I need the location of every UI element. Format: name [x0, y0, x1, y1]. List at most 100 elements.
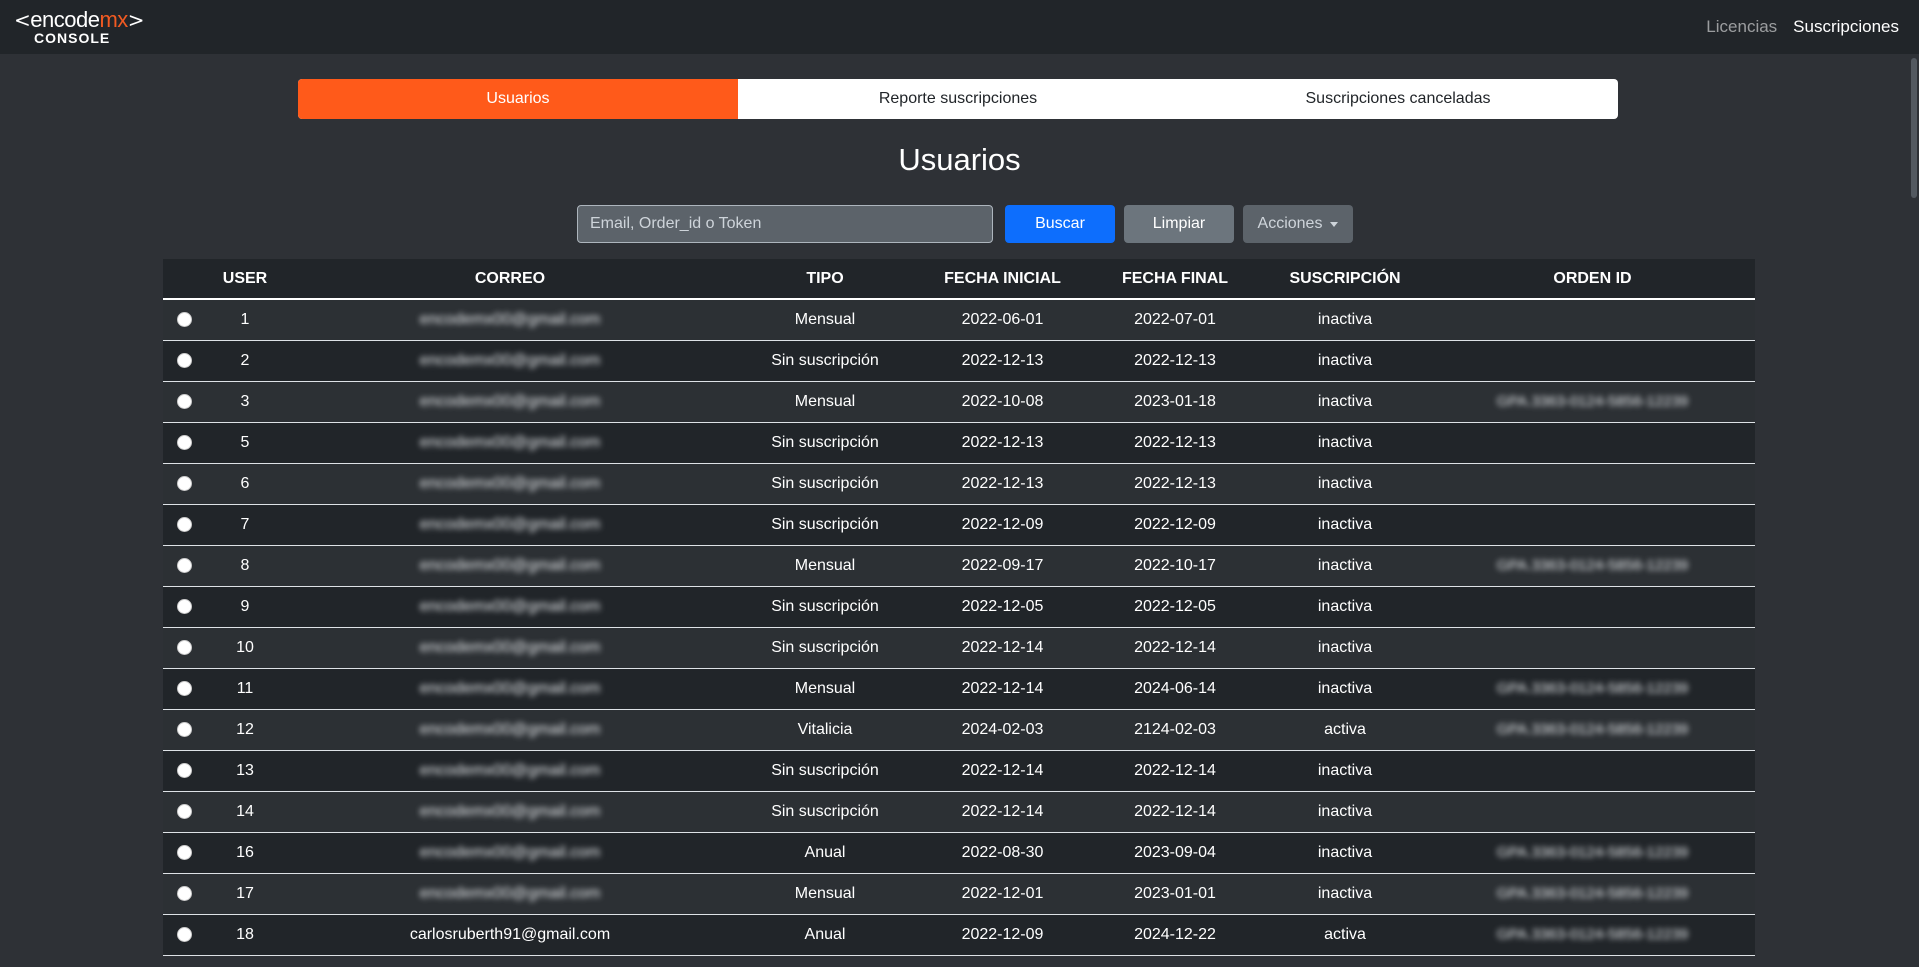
cell-suscripcion: inactiva	[1260, 504, 1430, 546]
page-title: Usuarios	[898, 142, 1021, 177]
cell-user: 14	[205, 791, 285, 833]
row-select-radio[interactable]	[176, 393, 192, 409]
table-row[interactable]: 16 encodemx00@gmail.com Anual 2022-08-30 202…	[163, 832, 1755, 874]
row-select-radio[interactable]	[176, 926, 192, 942]
cell-fecha-inicial: 2022-10-08	[915, 381, 1090, 423]
cell-tipo-text: Mensual	[794, 556, 856, 574]
nav-link-suscripciones[interactable]: Suscripciones	[1793, 17, 1899, 37]
cell-fecha-final: 2022-07-01	[1090, 299, 1260, 341]
cell-suscripcion: inactiva	[1260, 873, 1430, 915]
cell-orden-id-text: GPA.3363-0124-5856-12239	[1496, 720, 1689, 738]
brand-logo[interactable]: < encode mx > CONSOLE	[14, 9, 145, 46]
cell-user-text: 13	[236, 761, 254, 779]
cell-orden-id-text: GPA.3363-0124-5856-12239	[1496, 679, 1689, 697]
table-row[interactable]: 10 encodemx00@gmail.com Sin suscripción 202…	[163, 627, 1755, 669]
row-select-radio[interactable]	[176, 680, 192, 696]
table-row[interactable]: 2 encodemx00@gmail.com Sin suscripción 2022…	[163, 340, 1755, 382]
table-row[interactable]: 3 encodemx00@gmail.com Mensual 2022-10-08 20…	[163, 381, 1755, 423]
cell-select	[163, 422, 205, 464]
row-select-radio[interactable]	[176, 557, 192, 573]
cell-select	[163, 381, 205, 423]
cell-tipo-text: Anual	[804, 925, 846, 943]
row-select-radio[interactable]	[176, 475, 192, 491]
cell-suscripcion-text: inactiva	[1317, 884, 1373, 902]
table-row[interactable]: 6 encodemx00@gmail.com Sin suscripción 2022…	[163, 463, 1755, 505]
table-row[interactable]: 5 encodemx00@gmail.com Sin suscripción 2022…	[163, 422, 1755, 464]
cell-user-text: 3	[240, 392, 250, 410]
cell-orden-id	[1430, 299, 1755, 341]
cell-fecha-inicial-text: 2022-12-09	[961, 515, 1044, 533]
cell-suscripcion-text: inactiva	[1317, 351, 1373, 369]
table-row[interactable]: 11 encodemx00@gmail.com Mensual 2022-12-14 2…	[163, 668, 1755, 710]
actions-dropdown[interactable]: Acciones	[1243, 205, 1353, 243]
cell-select	[163, 832, 205, 874]
top-navbar: < encode mx > CONSOLE Licencias Suscripc…	[0, 0, 1919, 54]
row-select-radio[interactable]	[176, 803, 192, 819]
row-select-radio[interactable]	[176, 844, 192, 860]
row-select-radio[interactable]	[176, 885, 192, 901]
row-select-radio[interactable]	[176, 762, 192, 778]
cell-tipo-text: Sin suscripción	[771, 802, 879, 820]
cell-fecha-inicial-text: 2022-09-17	[961, 556, 1044, 574]
search-button[interactable]: Buscar	[1005, 205, 1115, 243]
header-tipo: TIPO	[735, 259, 915, 300]
cell-suscripcion: activa	[1260, 914, 1430, 956]
table-body: 1 encodemx00@gmail.com Mensual 2022-06-01 20…	[163, 299, 1755, 956]
caret-down-icon	[1330, 221, 1339, 227]
cell-user-text: 8	[240, 556, 250, 574]
cell-fecha-final: 2022-10-17	[1090, 545, 1260, 587]
page-scrollbar[interactable]	[1911, 58, 1917, 198]
cell-fecha-inicial: 2022-12-09	[915, 504, 1090, 546]
cell-user-text: 10	[236, 638, 254, 656]
table-row[interactable]: 9 encodemx00@gmail.com Sin suscripción 2022…	[163, 586, 1755, 628]
table-row[interactable]: 17 encodemx00@gmail.com Mensual 2022-12-01 2…	[163, 873, 1755, 915]
cell-fecha-final-text: 2023-09-04	[1134, 843, 1216, 861]
cell-fecha-inicial-text: 2022-12-13	[961, 351, 1044, 369]
tab-usuarios[interactable]: Usuarios	[298, 79, 738, 119]
table-row[interactable]: 14 encodemx00@gmail.com Sin suscripción 202…	[163, 791, 1755, 833]
cell-correo-text: encodemx00@gmail.com	[419, 474, 601, 492]
row-select-radio[interactable]	[176, 312, 192, 328]
table-row[interactable]: 8 encodemx00@gmail.com Mensual 2022-09-17 20…	[163, 545, 1755, 587]
cell-suscripcion: inactiva	[1260, 832, 1430, 874]
row-select-radio[interactable]	[176, 352, 192, 368]
cell-suscripcion-text: inactiva	[1317, 802, 1373, 820]
row-select-radio[interactable]	[176, 639, 192, 655]
cell-correo-text: encodemx00@gmail.com	[419, 761, 601, 779]
cell-user-text: 6	[240, 474, 250, 492]
header-select	[163, 259, 205, 300]
cell-tipo: Mensual	[735, 299, 915, 341]
cell-fecha-inicial: 2022-12-13	[915, 422, 1090, 464]
row-select-radio[interactable]	[176, 721, 192, 737]
search-input[interactable]	[577, 205, 993, 243]
cell-fecha-inicial-text: 2022-12-01	[961, 884, 1044, 902]
cell-orden-id-text: GPA.3363-0124-5856-12239	[1496, 843, 1689, 861]
cell-user: 7	[205, 504, 285, 546]
cell-user: 1	[205, 299, 285, 341]
cell-suscripcion-text: inactiva	[1317, 843, 1373, 861]
cell-fecha-inicial-text: 2022-12-14	[961, 638, 1044, 656]
cell-correo: carlosruberth91@gmail.com	[285, 914, 735, 956]
tab-suscripciones-canceladas[interactable]: Suscripciones canceladas	[1178, 79, 1618, 119]
cell-orden-id	[1430, 791, 1755, 833]
tab-reporte-suscripciones[interactable]: Reporte suscripciones	[738, 79, 1178, 119]
cell-fecha-inicial: 2022-12-09	[915, 914, 1090, 956]
actions-dropdown-label: Acciones	[1257, 215, 1323, 232]
table-row[interactable]: 7 encodemx00@gmail.com Sin suscripción 2022…	[163, 504, 1755, 546]
cell-fecha-final-text: 2022-12-09	[1134, 515, 1216, 533]
cell-tipo: Sin suscripción	[735, 750, 915, 792]
clear-button[interactable]: Limpiar	[1124, 205, 1234, 243]
cell-user: 5	[205, 422, 285, 464]
nav-link-licencias[interactable]: Licencias	[1706, 17, 1777, 37]
cell-suscripcion: inactiva	[1260, 463, 1430, 505]
table-row[interactable]: 18 carlosruberth91@gmail.com Anual 2022-12-…	[163, 914, 1755, 956]
row-select-radio[interactable]	[176, 516, 192, 532]
cell-fecha-final-text: 2022-12-14	[1134, 638, 1216, 656]
table-row[interactable]: 12 encodemx00@gmail.com Vitalicia 2024-02-0…	[163, 709, 1755, 751]
row-select-radio[interactable]	[176, 598, 192, 614]
table-row[interactable]: 13 encodemx00@gmail.com Sin suscripción 202…	[163, 750, 1755, 792]
cell-fecha-inicial: 2022-12-13	[915, 340, 1090, 382]
row-select-radio[interactable]	[176, 434, 192, 450]
cell-tipo-text: Sin suscripción	[771, 638, 879, 656]
table-row[interactable]: 1 encodemx00@gmail.com Mensual 2022-06-01 20…	[163, 299, 1755, 341]
